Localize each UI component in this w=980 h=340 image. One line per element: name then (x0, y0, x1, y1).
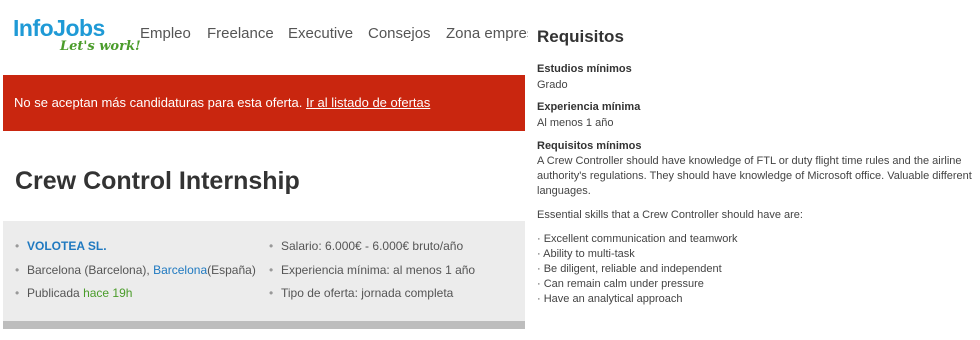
requirements-body: A Crew Controller should have knowledge … (537, 154, 977, 307)
location-item: • Barcelona (Barcelona), Barcelona(Españ… (15, 262, 256, 278)
offers-list-link[interactable]: Ir al listado de ofertas (306, 95, 430, 110)
alert-text: No se aceptan más candidaturas para esta… (14, 94, 430, 112)
bullet-icon: • (269, 263, 274, 277)
job-offer-pane: InfoJobs Let's work! Empleo Freelance Ex… (0, 0, 528, 340)
offer-type-item: • Tipo de oferta: jornada completa (269, 285, 453, 301)
published-time: hace 19h (83, 286, 133, 300)
bullet-icon: • (15, 263, 20, 277)
bullet-icon: • (15, 239, 20, 253)
skill-item: · Can remain calm under pressure (537, 278, 704, 290)
job-title: Crew Control Internship (15, 167, 300, 195)
bullet-icon: • (269, 239, 274, 253)
nav-zona-empresas[interactable]: Zona empresas (446, 24, 528, 44)
salary-text: Salario: 6.000€ - 6.000€ bruto/año (281, 239, 464, 253)
alert-message: No se aceptan más candidaturas para esta… (14, 95, 303, 110)
bullet-icon: • (15, 286, 20, 300)
location-suffix: (España) (207, 263, 256, 277)
nav-consejos[interactable]: Consejos (368, 24, 431, 44)
skill-item: · Ability to multi-task (537, 248, 635, 260)
offer-type-text: Tipo de oferta: jornada completa (281, 286, 454, 300)
studies-label: Estudios mínimos (537, 63, 632, 75)
top-navigation: InfoJobs Let's work! Empleo Freelance Ex… (0, 0, 528, 68)
skill-item: · Have an analytical approach (537, 293, 683, 305)
skill-item: · Be diligent, reliable and independent (537, 263, 722, 275)
published-item: • Publicada hace 19h (15, 285, 132, 301)
skill-item: · Excellent communication and teamwork (537, 233, 738, 245)
experience-value: Al menos 1 año (537, 117, 614, 129)
skills-intro: Essential skills that a Crew Controller … (537, 209, 803, 221)
company-item: • VOLOTEA SL. (15, 238, 107, 254)
location-prefix: Barcelona (Barcelona), (27, 263, 150, 277)
closed-offer-alert: No se aceptan más candidaturas para esta… (3, 75, 525, 131)
published-prefix: Publicada (27, 286, 80, 300)
infojobs-logo[interactable]: InfoJobs Let's work! (13, 14, 141, 58)
skills-list: · Excellent communication and teamwork ·… (537, 232, 977, 307)
bullet-icon: • (269, 286, 274, 300)
experience-label: Experiencia mínima (537, 101, 641, 113)
min-requirements-label: Requisitos mínimos (537, 140, 642, 152)
job-summary-box: • VOLOTEA SL. • Barcelona (Barcelona), B… (3, 221, 525, 321)
nav-empleo[interactable]: Empleo (140, 24, 191, 44)
studies-value: Grado (537, 79, 568, 91)
city-link[interactable]: Barcelona (153, 263, 207, 277)
requirements-heading: Requisitos (537, 27, 624, 46)
experience-text: Experiencia mínima: al menos 1 año (281, 263, 476, 277)
company-link[interactable]: VOLOTEA SL. (27, 239, 107, 253)
experience-item: • Experiencia mínima: al menos 1 año (269, 262, 475, 278)
requirements-description: A Crew Controller should have knowledge … (537, 155, 972, 197)
logo-tagline: Let's work! (60, 39, 141, 54)
nav-freelance[interactable]: Freelance (207, 24, 274, 44)
requirements-pane: Requisitos Estudios mínimos Grado Experi… (528, 0, 980, 340)
summary-box-divider (3, 321, 525, 329)
salary-item: • Salario: 6.000€ - 6.000€ bruto/año (269, 238, 463, 254)
nav-executive[interactable]: Executive (288, 24, 353, 44)
